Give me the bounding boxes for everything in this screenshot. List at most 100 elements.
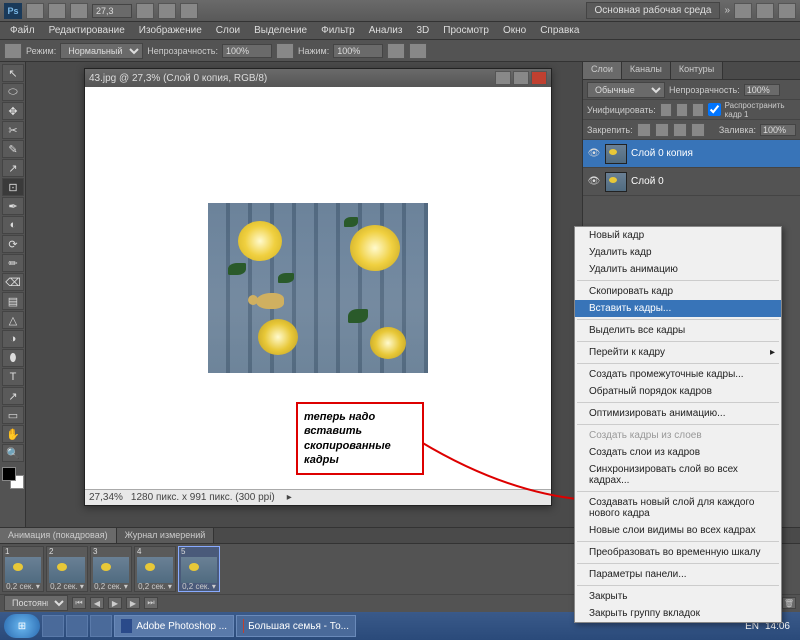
- ctx-item[interactable]: Закрыть группу вкладок: [575, 605, 781, 622]
- bridge-icon[interactable]: [26, 3, 44, 19]
- unify-pos-icon[interactable]: [660, 103, 672, 117]
- ctx-item[interactable]: Параметры панели...: [575, 566, 781, 583]
- menu-анализ[interactable]: Анализ: [363, 23, 409, 38]
- view-extras-icon[interactable]: [70, 3, 88, 19]
- tool-crop[interactable]: ✂: [2, 121, 24, 139]
- doc-close-icon[interactable]: [531, 71, 547, 85]
- panel-tab-1[interactable]: Каналы: [622, 62, 671, 79]
- anim-frame[interactable]: 10,2 сек. ▾: [2, 546, 44, 592]
- ctx-item[interactable]: Вставить кадры...: [575, 300, 781, 317]
- fg-color-swatch[interactable]: [2, 467, 16, 481]
- unify-style-icon[interactable]: [692, 103, 704, 117]
- menu-справка[interactable]: Справка: [534, 23, 585, 38]
- tool-preset-icon[interactable]: [4, 43, 22, 59]
- next-frame-button[interactable]: ▶: [126, 597, 140, 609]
- tool-eraser[interactable]: ⟳: [2, 235, 24, 253]
- menu-редактирование[interactable]: Редактирование: [43, 23, 131, 38]
- last-frame-button[interactable]: ⏭: [144, 597, 158, 609]
- tool-rectangle[interactable]: T: [2, 368, 24, 386]
- menu-просмотр[interactable]: Просмотр: [437, 23, 495, 38]
- propagate-checkbox[interactable]: [708, 103, 721, 116]
- layer-row[interactable]: 👁Слой 0 копия: [583, 140, 800, 168]
- layer-row[interactable]: 👁Слой 0: [583, 168, 800, 196]
- anim-tab-0[interactable]: Анимация (покадровая): [0, 528, 117, 543]
- menu-фильтр[interactable]: Фильтр: [315, 23, 361, 38]
- tool-eyedropper[interactable]: ✎: [2, 140, 24, 158]
- taskbar-app-photoshop[interactable]: Adobe Photoshop ...: [114, 615, 234, 637]
- ctx-item[interactable]: Выделить все кадры: [575, 322, 781, 339]
- menu-окно[interactable]: Окно: [497, 23, 532, 38]
- lock-pixels-icon[interactable]: [655, 123, 669, 137]
- tool-gradient[interactable]: ✏: [2, 254, 24, 272]
- taskbar-pin-3[interactable]: [90, 615, 112, 637]
- tool-dodge[interactable]: ▤: [2, 292, 24, 310]
- zoom-input[interactable]: [92, 4, 132, 18]
- ctx-item[interactable]: Скопировать кадр: [575, 283, 781, 300]
- ctx-item[interactable]: Создать промежуточные кадры...: [575, 366, 781, 383]
- ctx-item[interactable]: Создавать новый слой для каждого нового …: [575, 494, 781, 522]
- airbrush-icon[interactable]: [387, 43, 405, 59]
- menu-3d[interactable]: 3D: [410, 23, 435, 38]
- pressure-size-icon[interactable]: [409, 43, 427, 59]
- window-close-icon[interactable]: [778, 3, 796, 19]
- blend-mode-select[interactable]: Нормальный: [60, 43, 143, 59]
- workspace-button[interactable]: Основная рабочая среда: [586, 2, 721, 19]
- menu-слои[interactable]: Слои: [210, 23, 246, 38]
- tool-pen[interactable]: △: [2, 311, 24, 329]
- ctx-item[interactable]: Перейти к кадру: [575, 344, 781, 361]
- visibility-icon[interactable]: 👁: [587, 175, 601, 189]
- window-min-icon[interactable]: [734, 3, 752, 19]
- tool-type[interactable]: ◑: [2, 330, 24, 348]
- ctx-item[interactable]: Новые слои видимы во всех кадрах: [575, 522, 781, 539]
- first-frame-button[interactable]: ⏮: [72, 597, 86, 609]
- ctx-item[interactable]: Удалить кадр: [575, 244, 781, 261]
- tool-clone[interactable]: ✒: [2, 197, 24, 215]
- start-button[interactable]: ⊞: [4, 614, 40, 638]
- ctx-item[interactable]: Оптимизировать анимацию...: [575, 405, 781, 422]
- pressure-opacity-icon[interactable]: [276, 43, 294, 59]
- loop-select[interactable]: Постоянно: [4, 595, 68, 611]
- prev-frame-button[interactable]: ◀: [90, 597, 104, 609]
- menu-выделение[interactable]: Выделение: [248, 23, 313, 38]
- ctx-item[interactable]: Создать слои из кадров: [575, 444, 781, 461]
- ctx-item[interactable]: Закрыть: [575, 588, 781, 605]
- tool-blur[interactable]: ⌫: [2, 273, 24, 291]
- ctx-item[interactable]: Удалить анимацию: [575, 261, 781, 278]
- menu-изображение[interactable]: Изображение: [133, 23, 208, 38]
- delete-frame-button[interactable]: 🗑: [782, 597, 796, 609]
- lock-pos-icon[interactable]: [673, 123, 687, 137]
- screen-mode-icon[interactable]: [180, 3, 198, 19]
- lock-all-icon[interactable]: [691, 123, 705, 137]
- ctx-item[interactable]: Новый кадр: [575, 227, 781, 244]
- layer-blend-select[interactable]: Обычные: [587, 82, 665, 98]
- anim-frame[interactable]: 40,2 сек. ▾: [134, 546, 176, 592]
- tool-zoom[interactable]: ▭: [2, 406, 24, 424]
- anim-frame[interactable]: 50,2 сек. ▾: [178, 546, 220, 592]
- visibility-icon[interactable]: 👁: [587, 147, 601, 161]
- unify-vis-icon[interactable]: [676, 103, 688, 117]
- arrange-icon[interactable]: [158, 3, 176, 19]
- window-max-icon[interactable]: [756, 3, 774, 19]
- doc-max-icon[interactable]: [513, 71, 529, 85]
- taskbar-app-browser[interactable]: Большая семья - То...: [236, 615, 356, 637]
- ctx-item[interactable]: Синхронизировать слой во всех кадрах...: [575, 461, 781, 489]
- tool-path[interactable]: ⬮: [2, 349, 24, 367]
- ctx-item[interactable]: Обратный порядок кадров: [575, 383, 781, 400]
- doc-min-icon[interactable]: [495, 71, 511, 85]
- hand-icon[interactable]: [136, 3, 154, 19]
- tool-spot-heal[interactable]: ↗: [2, 159, 24, 177]
- taskbar-pin-1[interactable]: [42, 615, 64, 637]
- minibridge-icon[interactable]: [48, 3, 66, 19]
- tool-move[interactable]: ↖: [2, 64, 24, 82]
- flow-input[interactable]: [333, 44, 383, 58]
- tool-hand[interactable]: ↗: [2, 387, 24, 405]
- tool-3d[interactable]: ✋: [2, 425, 24, 443]
- panel-tab-0[interactable]: Слои: [583, 62, 622, 79]
- play-button[interactable]: ▶: [108, 597, 122, 609]
- layer-fill-input[interactable]: [760, 124, 796, 136]
- taskbar-pin-2[interactable]: [66, 615, 88, 637]
- tool-lasso[interactable]: ✥: [2, 102, 24, 120]
- panel-tab-2[interactable]: Контуры: [671, 62, 723, 79]
- anim-tab-1[interactable]: Журнал измерений: [117, 528, 215, 543]
- anim-frame[interactable]: 30,2 сек. ▾: [90, 546, 132, 592]
